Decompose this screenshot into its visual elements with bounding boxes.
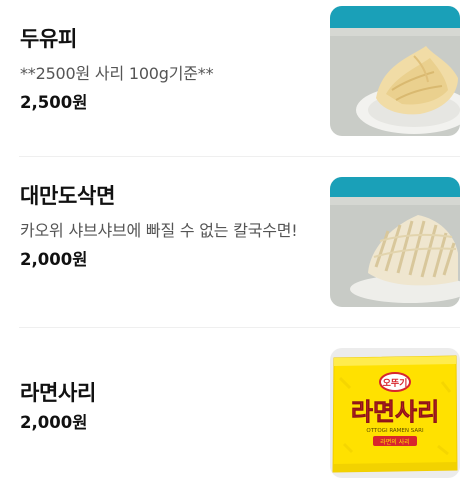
menu-item-text: 두유피 **2500원 사리 100g기준** 2,500원 xyxy=(20,26,305,114)
tofu-skin-photo xyxy=(330,6,460,136)
package-brand: 오뚜기 xyxy=(383,377,408,389)
package-subtitle: OTTOGI RAMEN SARI xyxy=(366,428,424,434)
knife-cut-noodle-photo xyxy=(330,177,460,307)
ramen-sari-package-image: 오뚜기 라면사리 OTTOGI RAMEN SARI 라면의 사리 xyxy=(330,348,460,478)
menu-item-price: 2,500원 xyxy=(20,93,88,112)
menu-item-name: 두유피 xyxy=(20,27,78,51)
menu-item-description: **2500원 사리 100g기준** xyxy=(20,64,214,83)
menu-item-tofu-skin[interactable]: 두유피 **2500원 사리 100g기준** 2,500원 xyxy=(0,0,468,156)
menu-item-knife-cut-noodle[interactable]: 대만도삭면 카오위 샤브샤브에 빠질 수 없는 칼국수면! 2,000원 xyxy=(0,157,468,327)
menu-item-name: 라면사리 xyxy=(20,381,97,405)
menu-item-text: 대만도삭면 카오위 샤브샤브에 빠질 수 없는 칼국수면! 2,000원 xyxy=(20,183,305,271)
package-title: 라면사리 xyxy=(351,398,439,426)
menu-item-price: 2,000원 xyxy=(20,250,88,269)
menu-item-ramen-sari[interactable]: 라면사리 2,000원 오뚜기 라면사리 OTTOGI RAMEN SARI 라… xyxy=(0,328,468,487)
tofu-skin-image xyxy=(330,6,460,136)
menu-list: 두유피 **2500원 사리 100g기준** 2,500원 대만도삭면 카오위… xyxy=(0,0,468,487)
package-badge: 라면의 사리 xyxy=(380,438,410,446)
ramen-sari-package-photo: 오뚜기 라면사리 OTTOGI RAMEN SARI 라면의 사리 xyxy=(330,348,460,478)
menu-item-name: 대만도삭면 xyxy=(20,184,116,208)
knife-cut-noodle-image xyxy=(330,177,460,307)
menu-item-description: 카오위 샤브샤브에 빠질 수 없는 칼국수면! xyxy=(20,221,298,240)
menu-item-text: 라면사리 2,000원 xyxy=(20,380,305,434)
menu-item-price: 2,000원 xyxy=(20,413,88,432)
